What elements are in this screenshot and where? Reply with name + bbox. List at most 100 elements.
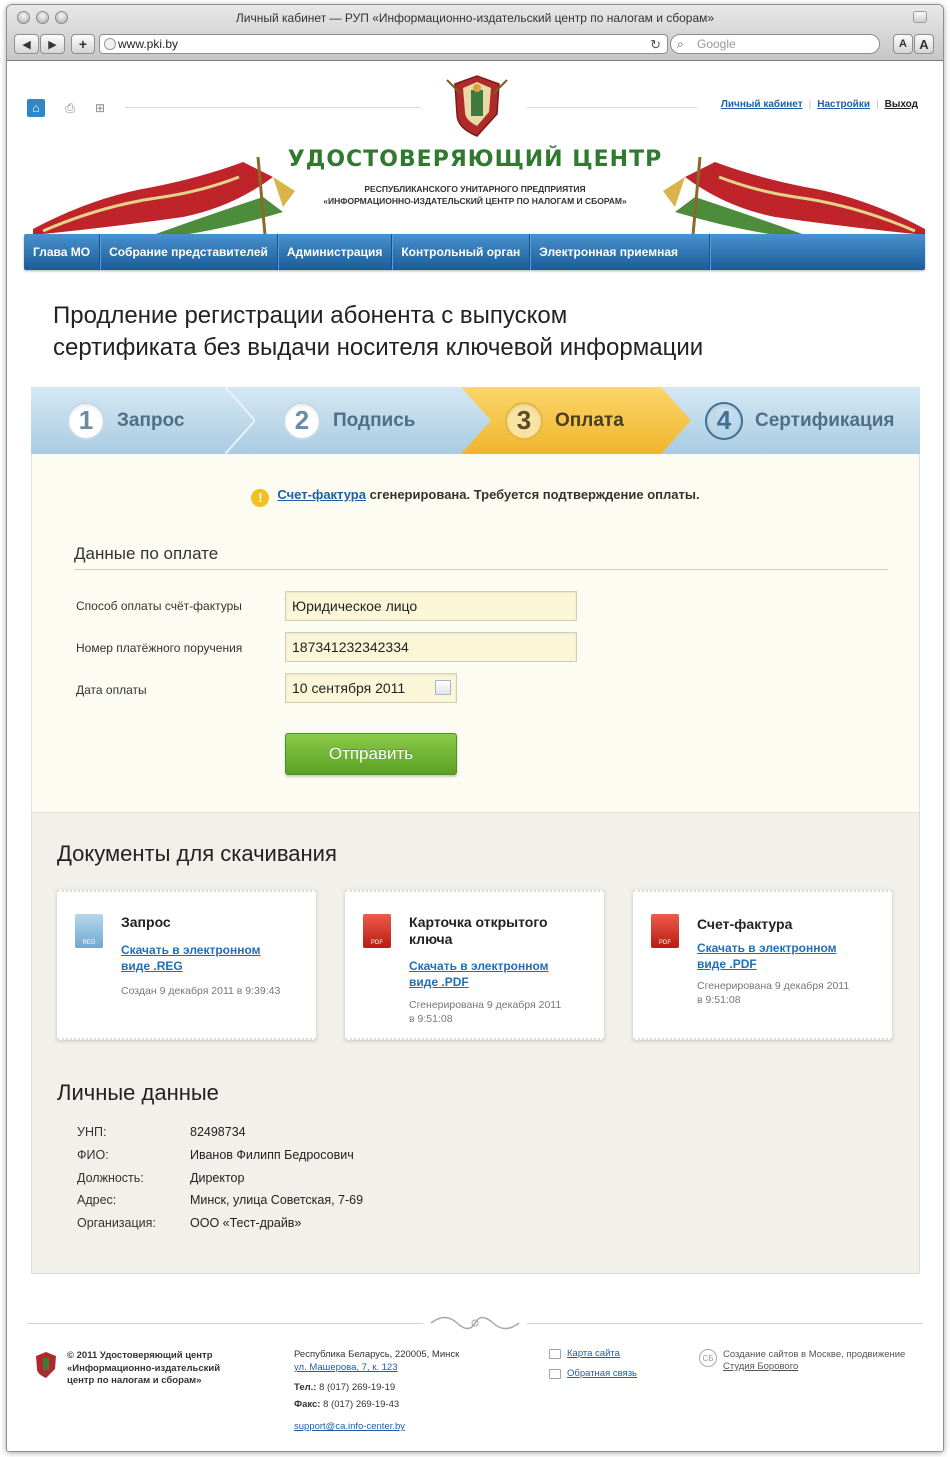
- payment-notice: ! Счет-фактура сгенерирована. Требуется п…: [32, 487, 919, 507]
- personal-value-address: Минск, улица Советская, 7-69: [190, 1193, 364, 1207]
- submit-button[interactable]: Отправить: [285, 733, 457, 775]
- step-4[interactable]: 4 Сертификация: [705, 387, 894, 454]
- personal-value-unp: 82498734: [190, 1125, 246, 1139]
- logout-link[interactable]: Выход: [885, 99, 918, 110]
- document-meta: Сгенерирована 9 декабря 2011 в 9:51:08: [697, 980, 850, 1006]
- documents-area: Документы для скачивания REG Запрос Скач…: [31, 812, 920, 1274]
- step-2[interactable]: 2 Подпись: [283, 387, 415, 454]
- emblem-logo-icon[interactable]: [441, 70, 513, 142]
- nav-item-head[interactable]: Глава МО: [24, 234, 101, 270]
- settings-link[interactable]: Настройки: [817, 99, 870, 110]
- studio-link[interactable]: Студия Борового: [723, 1361, 798, 1372]
- plus-icon: +: [78, 36, 88, 52]
- document-name: Счет-фактура: [697, 916, 793, 932]
- address-bar[interactable]: www.pki.by ↻: [99, 34, 668, 54]
- step-3[interactable]: 3 Оплата: [505, 387, 624, 454]
- back-button[interactable]: ◀: [14, 34, 39, 54]
- main-nav: Глава МО Собрание представителей Админис…: [24, 234, 925, 270]
- forward-button[interactable]: ▶: [40, 34, 65, 54]
- page-title-line1: Продление регистрации абонента с выпуско…: [53, 302, 568, 329]
- support-email-link[interactable]: support@ca.info-center.by: [294, 1421, 405, 1432]
- search-input[interactable]: ⌕ Google: [670, 34, 880, 54]
- payment-date-value: 10 сентября 2011: [292, 680, 406, 696]
- order-number-field[interactable]: 187341232342334: [285, 632, 577, 662]
- step-4-number: 4: [705, 401, 743, 440]
- payment-method-label: Способ оплаты счёт-фактуры: [76, 599, 242, 613]
- footer-divider-left: [27, 1323, 423, 1324]
- personal-cabinet-link[interactable]: Личный кабинет: [721, 99, 803, 110]
- reg-file-icon: REG: [75, 914, 103, 948]
- step-1[interactable]: 1 Запрос: [67, 387, 184, 454]
- invoice-link[interactable]: Счет-фактура: [277, 487, 366, 502]
- nav-item-control[interactable]: Контрольный орган: [392, 234, 531, 270]
- add-bookmark-button[interactable]: +: [71, 34, 95, 54]
- sitemap-icon[interactable]: ⊞: [91, 99, 109, 117]
- footer-emblem-icon[interactable]: [31, 1350, 61, 1380]
- document-card-request: REG Запрос Скачать в электронном виде .RE…: [57, 890, 316, 1040]
- flag-decoration-left: [33, 157, 295, 235]
- reload-icon[interactable]: ↻: [650, 36, 661, 54]
- download-reg-link[interactable]: Скачать в электронном виде .REG: [121, 942, 291, 974]
- personal-value-organization: ООО «Тест-драйв»: [190, 1216, 302, 1230]
- window-title: Личный кабинет — РУП «Информационно-изда…: [235, 11, 715, 25]
- section-divider: [74, 569, 888, 570]
- ornament-icon: [430, 1316, 520, 1330]
- pdf-file-icon: PDF: [363, 914, 391, 948]
- personal-label-position: Должность:: [77, 1171, 144, 1185]
- feedback-link[interactable]: Обратная связь: [567, 1368, 637, 1379]
- documents-title: Документы для скачивания: [57, 841, 337, 866]
- sitemap-icon: [549, 1349, 561, 1359]
- text-larger-button[interactable]: A: [914, 34, 934, 54]
- footer-sitemap: Карта сайта: [567, 1348, 620, 1359]
- payment-section-title: Данные по оплате: [74, 544, 219, 563]
- browser-window: Личный кабинет — РУП «Информационно-изда…: [6, 4, 944, 1452]
- page-title: Продление регистрации абонента с выпуско…: [53, 300, 833, 364]
- flag-decoration-right: [663, 157, 925, 235]
- nav-item-reception[interactable]: Электронная приемная: [530, 234, 711, 270]
- download-key-pdf-link[interactable]: Скачать в электронном виде .PDF: [409, 958, 579, 990]
- mail-icon: [549, 1369, 561, 1379]
- separator: |: [875, 99, 879, 110]
- forward-arrow-icon: ▶: [48, 38, 57, 51]
- personal-label-organization: Организация:: [77, 1216, 156, 1230]
- toolbar-toggle-button[interactable]: [913, 11, 927, 23]
- address-map-link[interactable]: ул. Машерова, 7, к. 123: [294, 1362, 398, 1373]
- studio-logo-icon: СБ: [699, 1349, 717, 1367]
- sitemap-link[interactable]: Карта сайта: [567, 1348, 620, 1359]
- print-icon[interactable]: ⎙: [61, 99, 79, 117]
- step-4-label: Сертификация: [755, 409, 895, 431]
- document-meta: Сгенерирована 9 декабря 2011 в 9:51:08: [409, 999, 562, 1025]
- payment-date-field[interactable]: 10 сентября 2011: [285, 673, 457, 703]
- document-meta: Создан 9 декабря 2011 в 9:39:43: [121, 985, 281, 997]
- step-2-number: 2: [283, 401, 321, 440]
- payment-panel: ! Счет-фактура сгенерирована. Требуется п…: [31, 454, 920, 812]
- search-placeholder: Google: [697, 37, 736, 51]
- footer-copyright: © 2011 Удостоверяющий центр «Информацион…: [67, 1350, 221, 1386]
- personal-label-unp: УНП:: [77, 1125, 107, 1139]
- personal-label-name: ФИО:: [77, 1148, 109, 1162]
- pdf-file-icon: PDF: [651, 914, 679, 948]
- text-smaller-button[interactable]: A: [893, 34, 913, 54]
- payment-method-field[interactable]: Юридическое лицо: [285, 591, 577, 621]
- globe-icon: [104, 38, 116, 50]
- nav-item-administration[interactable]: Администрация: [278, 234, 393, 270]
- footer-fax: Факс: 8 (017) 269-19-43: [294, 1399, 400, 1410]
- step-1-number: 1: [67, 401, 105, 440]
- progress-steps: 1 Запрос 2 Подпись 3 Оплата 4 Сертификац…: [31, 387, 920, 454]
- address-url: www.pki.by: [118, 37, 179, 51]
- document-name: Карточка открытого ключа: [409, 914, 548, 947]
- personal-value-name: Иванов Филипп Бедросович: [190, 1148, 354, 1162]
- document-name: Запрос: [121, 914, 171, 930]
- step-2-label: Подпись: [333, 409, 416, 431]
- footer-studio: Создание сайтов в Москве, продвижение Ст…: [723, 1349, 906, 1372]
- calendar-icon[interactable]: [435, 680, 451, 695]
- home-icon[interactable]: ⌂: [27, 99, 45, 117]
- personal-data-title: Личные данные: [57, 1080, 219, 1105]
- header-divider-right: [527, 107, 697, 108]
- step-3-number: 3: [505, 401, 543, 440]
- footer-divider-right: [527, 1323, 923, 1324]
- download-invoice-pdf-link[interactable]: Скачать в электронном виде .PDF: [697, 940, 867, 972]
- step-3-label: Оплата: [555, 409, 624, 431]
- nav-item-assembly[interactable]: Собрание представителей: [100, 234, 278, 270]
- footer-address-line2: ул. Машерова, 7, к. 123: [294, 1362, 398, 1373]
